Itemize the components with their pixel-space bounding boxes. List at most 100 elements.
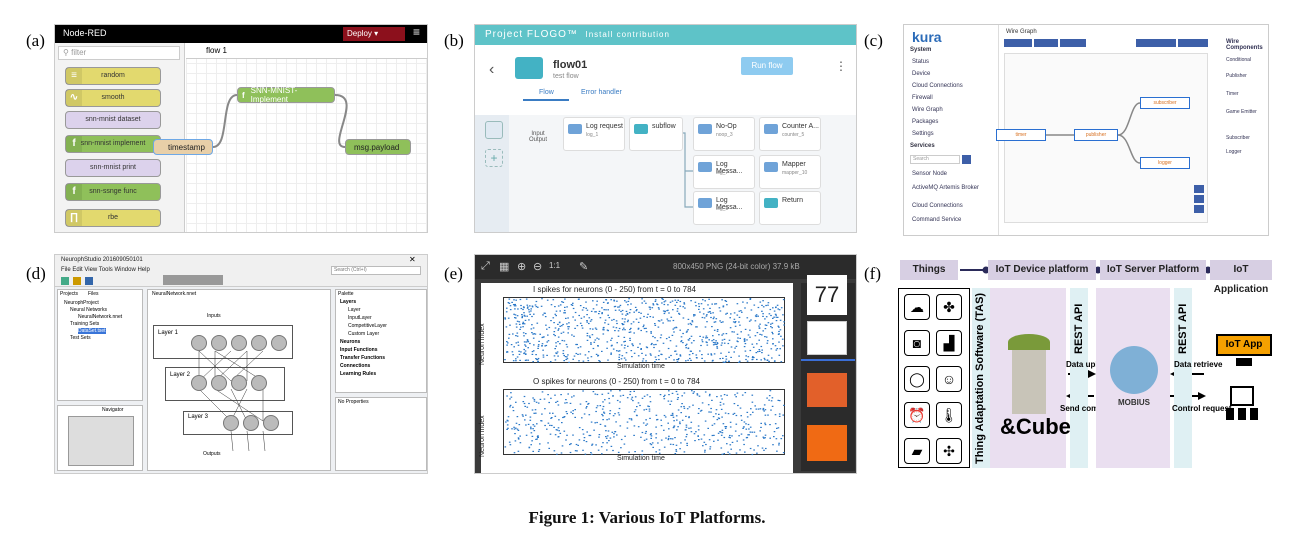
spike-mark <box>698 303 700 305</box>
neuron[interactable] <box>211 335 227 351</box>
spike-mark <box>517 429 520 431</box>
spike-mark <box>544 408 546 410</box>
spike-mark <box>596 405 599 407</box>
spike-mark <box>533 430 536 432</box>
thumbnail-heatmap[interactable] <box>807 373 847 407</box>
neuron[interactable] <box>231 375 247 391</box>
spike-mark <box>537 402 540 404</box>
neuron[interactable] <box>223 415 239 431</box>
logger-box[interactable]: logger <box>1140 157 1190 169</box>
spike-mark <box>537 357 540 360</box>
component-item[interactable]: Logger <box>1226 149 1242 155</box>
neuron[interactable] <box>263 415 279 431</box>
component-item[interactable]: Conditional <box>1226 57 1251 63</box>
spike-mark <box>531 315 533 318</box>
spike-mark <box>570 411 572 413</box>
spike-mark <box>780 438 783 440</box>
palette-group[interactable]: Learning Rules <box>340 371 376 377</box>
spike-mark <box>641 397 644 399</box>
spike-mark <box>692 352 694 355</box>
spike-mark <box>773 360 776 362</box>
selection-bar <box>801 359 855 361</box>
spike-mark <box>525 414 527 416</box>
spike-mark <box>585 307 587 309</box>
spike-mark <box>686 444 688 446</box>
spike-mark <box>723 453 725 455</box>
component-item[interactable]: Timer <box>1226 91 1239 97</box>
spike-mark <box>554 415 557 417</box>
snn-node[interactable]: f SNN-MNIST-Implement <box>237 86 335 104</box>
neuron[interactable] <box>251 335 267 351</box>
spike-mark <box>683 302 685 304</box>
component-item[interactable]: Subscriber <box>1226 135 1250 141</box>
zoom-out-button[interactable] <box>1194 195 1204 203</box>
spike-mark <box>751 401 754 403</box>
thumbnail-digits[interactable]: 77 <box>807 275 847 315</box>
spike-mark <box>734 325 737 327</box>
palette-group[interactable]: Input Functions <box>340 347 378 353</box>
thumbnail-plot[interactable] <box>807 321 847 355</box>
spike-mark <box>751 453 754 456</box>
spike-mark <box>690 335 693 337</box>
spike-mark <box>561 445 564 447</box>
spike-mark <box>675 345 678 347</box>
spike-mark <box>669 320 671 322</box>
grid-icon[interactable]: ▦ <box>499 260 509 273</box>
spike-mark <box>613 300 616 302</box>
spike-mark <box>510 396 513 398</box>
palette-item[interactable]: Custom Layer <box>348 331 379 337</box>
palette-group[interactable]: Layers <box>340 299 356 305</box>
spike-mark <box>602 301 605 303</box>
timestamp-node[interactable]: timestamp <box>153 139 213 155</box>
spike-mark <box>654 299 657 301</box>
spike-mark <box>514 303 516 306</box>
neuron[interactable] <box>191 375 207 391</box>
spike-mark <box>596 337 598 339</box>
palette-group[interactable]: Connections <box>340 363 370 369</box>
spike-mark <box>690 342 693 344</box>
fullscreen-icon[interactable]: ⤢ <box>481 260 490 273</box>
spike-mark <box>717 432 720 434</box>
neuron[interactable] <box>271 335 287 351</box>
neuron[interactable] <box>251 375 267 391</box>
spike-mark <box>523 348 525 351</box>
palette-group[interactable]: Neurons <box>340 339 360 345</box>
subscriber-box[interactable]: subscriber <box>1140 97 1190 109</box>
spike-mark <box>515 335 517 337</box>
component-item[interactable]: Publisher <box>1226 73 1247 79</box>
zoom-out-icon[interactable]: ⊖ <box>533 260 542 273</box>
publisher-box[interactable]: publisher <box>1074 129 1118 141</box>
fit-button[interactable] <box>1194 205 1204 213</box>
actual-size-icon[interactable]: 1:1 <box>549 261 560 270</box>
palette-item[interactable]: CompetitiveLayer <box>348 323 387 329</box>
spike-mark <box>595 311 597 313</box>
spike-mark <box>654 324 657 326</box>
palette-item[interactable]: Layer <box>348 307 361 313</box>
neuron[interactable] <box>191 335 207 351</box>
spike-mark <box>767 354 770 356</box>
spike-mark <box>516 356 519 358</box>
thumbnail-heatmap[interactable] <box>807 425 847 461</box>
timer-box[interactable]: timer <box>996 129 1046 141</box>
spike-mark <box>763 357 766 359</box>
spike-mark <box>663 301 666 303</box>
zoom-in-button[interactable] <box>1194 185 1204 193</box>
pen-icon[interactable]: ✎ <box>579 260 588 273</box>
spike-mark <box>522 323 524 325</box>
spike-mark <box>655 437 657 439</box>
neuron[interactable] <box>231 335 247 351</box>
zoom-in-icon[interactable]: ⊕ <box>517 260 526 273</box>
tab-palette[interactable]: Palette <box>338 291 354 297</box>
spike-mark <box>739 449 741 451</box>
payload-node[interactable]: msg.payload <box>345 139 411 155</box>
spike-mark <box>742 427 744 429</box>
neuron[interactable] <box>211 375 227 391</box>
spike-mark <box>553 355 556 357</box>
palette-group[interactable]: Transfer Functions <box>340 355 385 361</box>
flogo-panel: Project FLOGO™ Install contribution ‹ fl… <box>474 24 857 233</box>
spike-mark <box>634 396 637 398</box>
component-item[interactable]: Game Emitter <box>1226 109 1257 115</box>
neuron[interactable] <box>243 415 259 431</box>
spike-mark <box>761 447 764 449</box>
palette-item[interactable]: InputLayer <box>348 315 372 321</box>
